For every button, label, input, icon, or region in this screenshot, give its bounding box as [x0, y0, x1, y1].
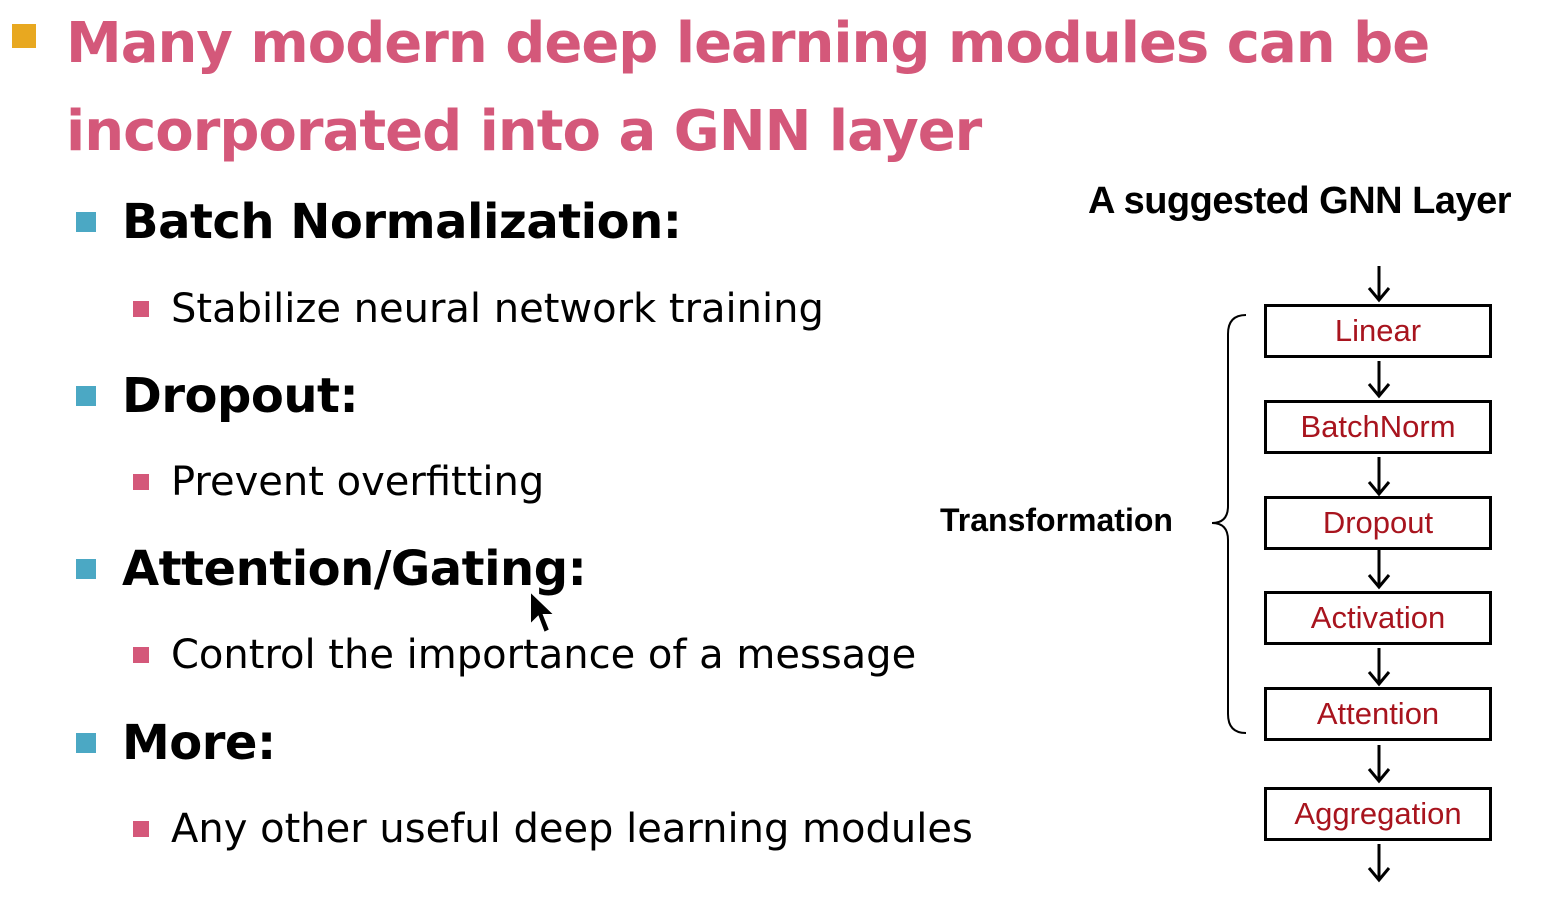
transformation-brace	[1211, 314, 1247, 734]
sub-bullet-dropout: Prevent overfitting	[133, 454, 544, 510]
diagram-box-dropout: Dropout	[1264, 496, 1492, 550]
sub-bullet-square-icon	[133, 821, 149, 837]
sub-bullet-batch-normalization: Stabilize neural network training	[133, 281, 824, 337]
title-bullet-icon	[12, 24, 36, 48]
bullet-attention-gating: Attention/Gating:	[76, 539, 587, 599]
bullet-heading: Attention/Gating:	[122, 541, 587, 597]
bullet-square-icon	[76, 559, 96, 579]
sub-bullet-square-icon	[133, 647, 149, 663]
diagram-box-activation: Activation	[1264, 591, 1492, 645]
diagram-box-aggregation: Aggregation	[1264, 787, 1492, 841]
bullet-heading: Batch Normalization:	[122, 194, 682, 250]
bullet-heading: Dropout:	[122, 368, 359, 424]
sub-bullet-text: Any other useful deep learning modules	[171, 806, 973, 852]
sub-bullet-attention-gating: Control the importance of a message	[133, 627, 916, 683]
transformation-label: Transformation	[940, 502, 1173, 538]
sub-bullet-more: Any other useful deep learning modules	[133, 801, 973, 857]
sub-bullet-text: Prevent overfitting	[171, 459, 545, 505]
bullet-more: More:	[76, 713, 276, 773]
sub-bullet-square-icon	[133, 474, 149, 490]
bullet-square-icon	[76, 733, 96, 753]
diagram-box-linear: Linear	[1264, 304, 1492, 358]
slide-title: Many modern deep learning modules can be…	[66, 11, 1430, 164]
diagram-box-attention: Attention	[1264, 687, 1492, 741]
slide: Many modern deep learning modules can be…	[0, 0, 1550, 898]
mouse-pointer-icon	[529, 589, 558, 635]
diagram-title: A suggested GNN Layer	[1088, 180, 1512, 222]
bullet-heading: More:	[122, 715, 276, 771]
bullet-square-icon	[76, 212, 96, 232]
sub-bullet-square-icon	[133, 301, 149, 317]
bullet-dropout: Dropout:	[76, 366, 359, 426]
bullet-square-icon	[76, 386, 96, 406]
diagram-box-batchnorm: BatchNorm	[1264, 400, 1492, 454]
bullet-batch-normalization: Batch Normalization:	[76, 192, 682, 252]
sub-bullet-text: Stabilize neural network training	[171, 286, 824, 332]
